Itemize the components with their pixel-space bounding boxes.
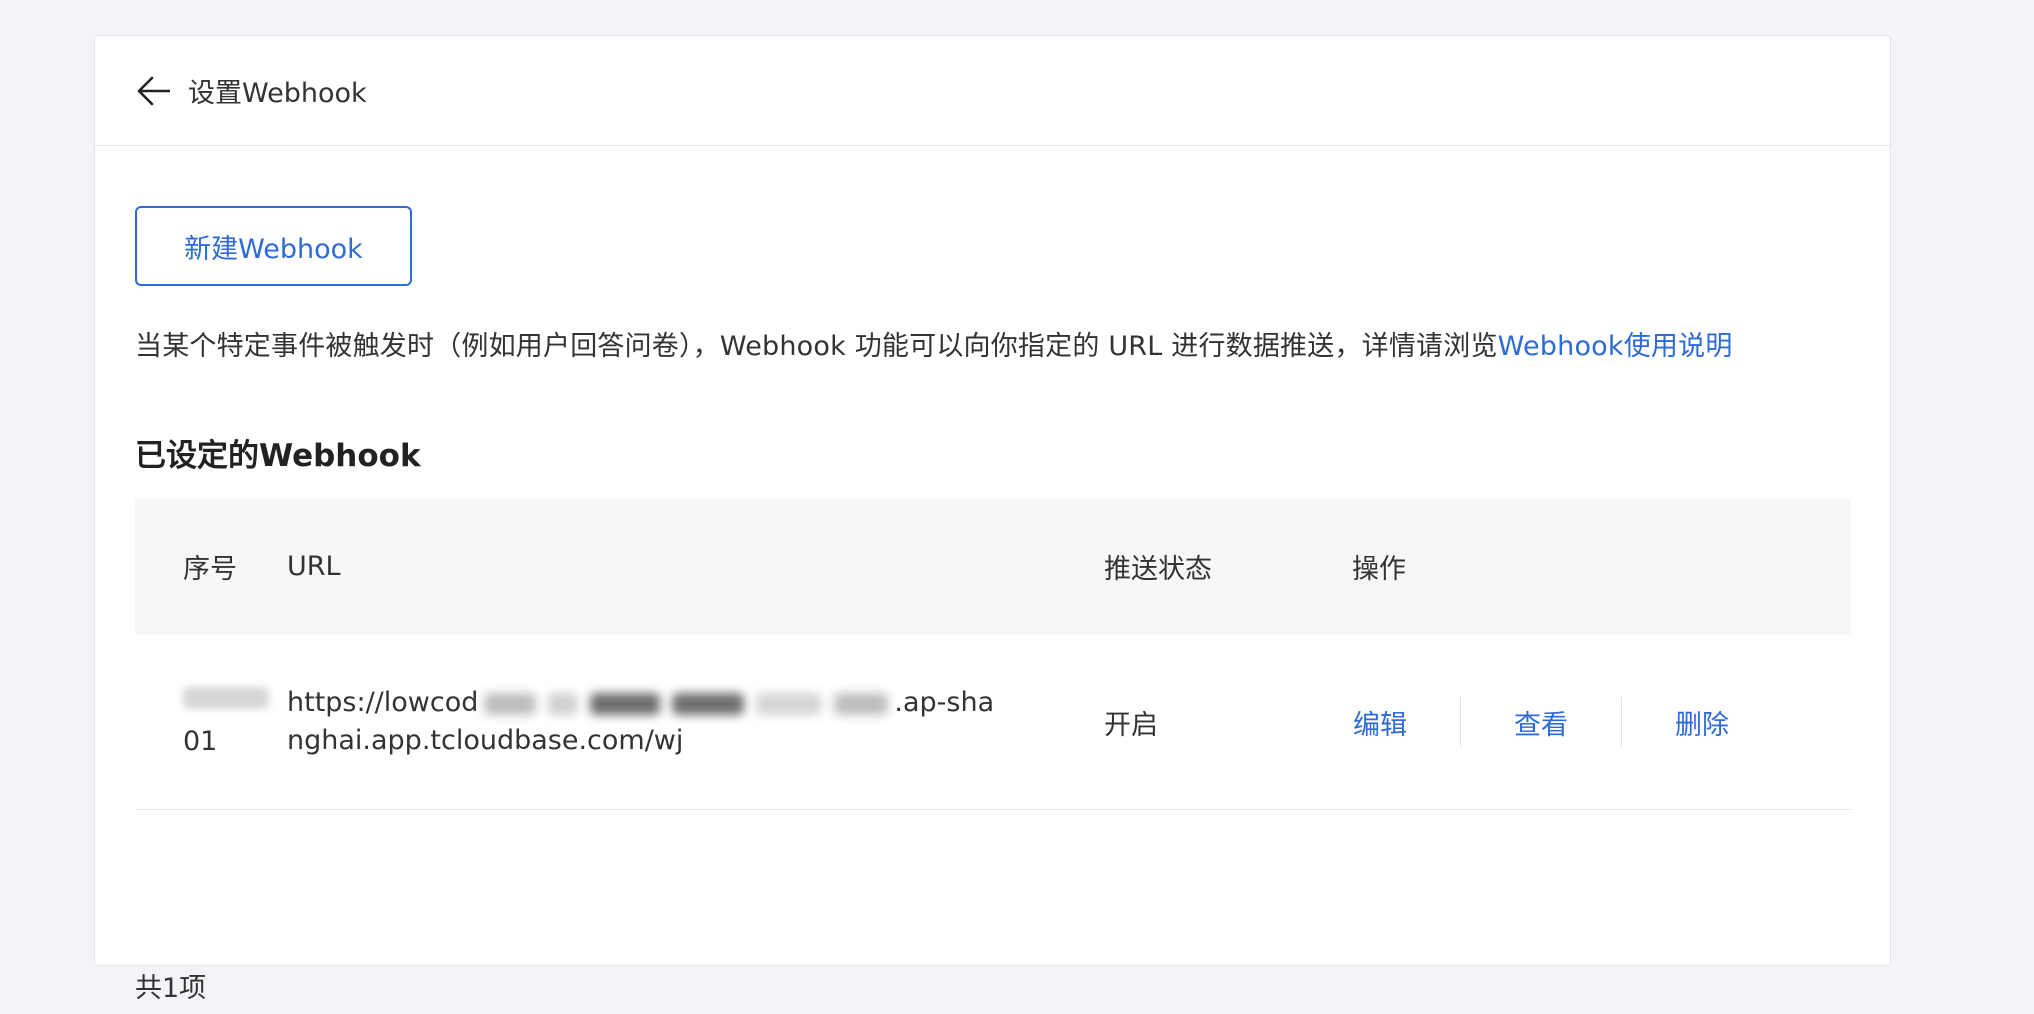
row-index-cell: 01 <box>135 687 287 757</box>
page-header: 设置Webhook <box>95 36 1890 146</box>
redacted-block <box>183 687 269 709</box>
redacted-block <box>484 692 537 715</box>
column-header-status: 推送状态 <box>1104 554 1212 585</box>
divider <box>1460 697 1461 747</box>
column-header-ops: 操作 <box>1352 554 1406 585</box>
webhook-table: 序号 URL 推送状态 操作 01 https://lowcod .ap-sha … <box>135 498 1851 810</box>
table-row: 01 https://lowcod .ap-sha nghai.app.tclou… <box>135 635 1851 810</box>
url-prefix: https://lowcod <box>287 687 479 718</box>
row-index: 01 <box>183 726 218 757</box>
webhook-docs-link[interactable]: Webhook使用说明 <box>1498 331 1733 362</box>
url-line-2: nghai.app.tcloudbase.com/wj <box>287 725 684 756</box>
delete-link[interactable]: 删除 <box>1674 703 1730 742</box>
redacted-block <box>756 692 823 715</box>
divider <box>1621 697 1622 747</box>
redacted-block <box>672 692 745 715</box>
section-title: 已设定的Webhook <box>135 438 421 474</box>
redacted-block <box>548 692 579 715</box>
url-line-1: https://lowcod .ap-sha <box>287 684 1084 722</box>
row-url-cell: https://lowcod .ap-sha nghai.app.tcloudba… <box>287 684 1104 760</box>
edit-link[interactable]: 编辑 <box>1352 703 1408 742</box>
table-header: 序号 URL 推送状态 操作 <box>135 498 1851 635</box>
redacted-block <box>834 692 889 715</box>
total-count: 共1项 <box>135 973 207 1004</box>
webhook-settings-card: 设置Webhook 新建Webhook 当某个特定事件被触发时（例如用户回答问卷… <box>94 35 1891 1004</box>
url-suffix: .ap-sha <box>894 687 995 718</box>
webhook-description: 当某个特定事件被触发时（例如用户回答问卷），Webhook 功能可以向你指定的 … <box>135 324 1733 363</box>
row-ops: 编辑 查看 删除 <box>1352 697 1851 747</box>
description-text: 当某个特定事件被触发时（例如用户回答问卷），Webhook 功能可以向你指定的 … <box>135 331 1498 362</box>
column-header-index: 序号 <box>183 554 237 585</box>
back-arrow-icon[interactable] <box>135 73 171 109</box>
row-status: 开启 <box>1104 709 1158 741</box>
redacted-block <box>590 692 661 715</box>
column-header-url: URL <box>287 551 341 582</box>
new-webhook-button[interactable]: 新建Webhook <box>135 206 412 286</box>
view-link[interactable]: 查看 <box>1513 703 1569 742</box>
page-title: 设置Webhook <box>188 78 367 109</box>
